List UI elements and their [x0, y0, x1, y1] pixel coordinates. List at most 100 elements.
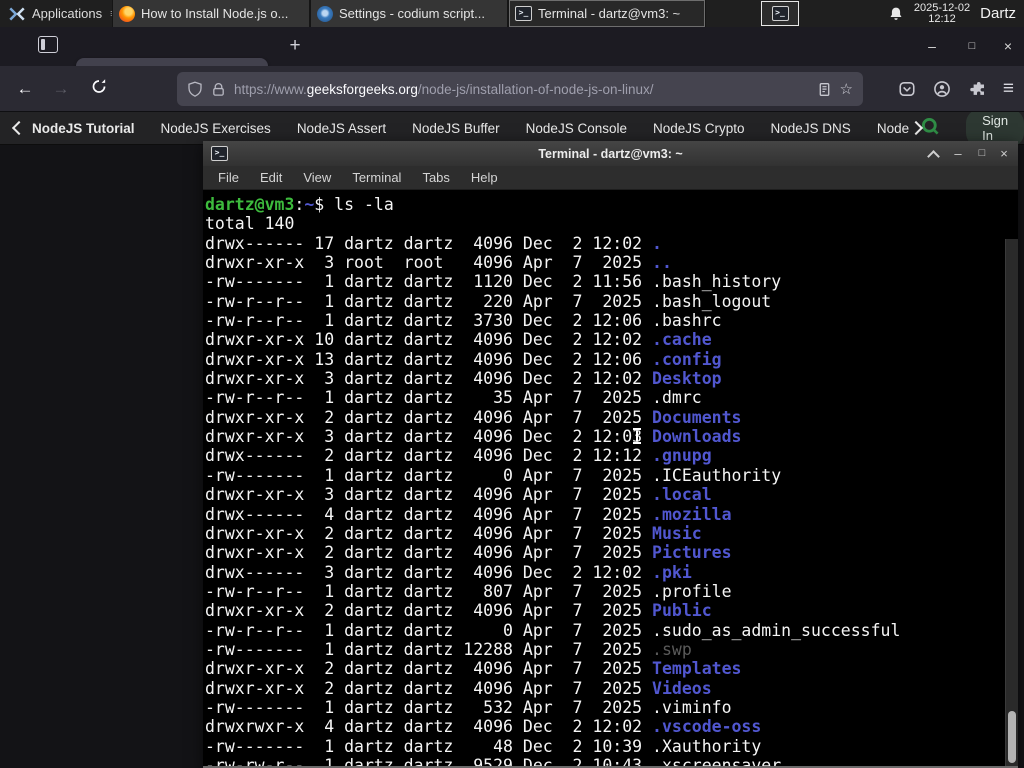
ls-row-meta: drwxr-xr-x 2 dartz dartz 4096 Apr 7 2025 [205, 659, 653, 679]
browser-close-button[interactable]: × [993, 27, 1023, 66]
terminal-menu-help[interactable]: Help [471, 170, 498, 185]
nav-item[interactable]: NodeJS DNS [771, 121, 851, 136]
ls-row-meta: -rw-r--r-- 1 dartz dartz 220 Apr 7 2025 [205, 291, 653, 311]
prompt-user: dartz@vm3 [205, 195, 295, 214]
ls-row-meta: drwxr-xr-x 2 dartz dartz 4096 Apr 7 2025 [205, 543, 653, 563]
ls-row-meta: drwxr-xr-x 2 dartz dartz 4096 Apr 7 2025 [205, 407, 653, 427]
ls-row-name: Public [652, 601, 712, 621]
browser-minimize-button[interactable]: – [917, 27, 947, 66]
terminal-window: Terminal - dartz@vm3: ~ – □ × File Edit Vi… [203, 141, 1018, 768]
nav-item[interactable]: NodeJS Crypto [653, 121, 745, 136]
nav-item[interactable]: NodeJS Assert [297, 121, 386, 136]
window-button-list: How to Install Node.js o... Settings - co… [112, 0, 706, 27]
terminal-window-title: Terminal - dartz@vm3: ~ [538, 146, 683, 161]
terminal-screen[interactable]: dartz@vm3:~$ ls -la total 140 drwx------… [203, 190, 1018, 766]
total-line: total 140 [205, 214, 295, 234]
ls-row-meta: -rw-r--r-- 1 dartz dartz 0 Apr 7 2025 [205, 620, 653, 640]
terminal-scrollbar-thumb[interactable] [1008, 711, 1016, 763]
new-tab-button[interactable]: + [283, 34, 307, 58]
toolbar-right-icons: ≡ [898, 72, 1014, 106]
window-button-codium[interactable]: Settings - codium script... [310, 0, 508, 27]
terminal-menu-file[interactable]: File [218, 170, 239, 185]
terminal-menu-edit[interactable]: Edit [260, 170, 282, 185]
terminal-close-button[interactable]: × [994, 141, 1014, 166]
ls-row-name: .gnupg [652, 446, 712, 466]
pocket-save-icon[interactable] [898, 80, 916, 98]
ls-row-name: Music [652, 523, 702, 543]
terminal-minimize-button[interactable]: – [948, 141, 968, 166]
back-button[interactable]: ← [14, 78, 36, 100]
window-button-label: Settings - codium script... [339, 6, 485, 21]
ls-row-meta: drwxr-xr-x 3 dartz dartz 4096 Dec 2 12:0… [205, 369, 653, 389]
forward-button[interactable]: → [50, 78, 72, 100]
terminal-maximize-button[interactable]: □ [972, 141, 992, 166]
ls-row-name: .Xauthority [652, 736, 762, 756]
terminal-titlebar[interactable]: Terminal - dartz@vm3: ~ – □ × [203, 141, 1018, 166]
terminal-icon [771, 6, 789, 21]
ls-row-meta: drwxr-xr-x 2 dartz dartz 4096 Apr 7 2025 [205, 678, 653, 698]
nav-item[interactable]: NodeJS Buffer [412, 121, 500, 136]
ls-row-name: .config [652, 349, 722, 369]
nav-item[interactable]: NodeJS Tutorial [32, 121, 135, 136]
url-bar[interactable]: https://www.geeksforgeeks.org/node-js/in… [177, 72, 863, 106]
terminal-menu-view[interactable]: View [303, 170, 331, 185]
terminal-menu-tabs[interactable]: Tabs [422, 170, 449, 185]
shield-icon[interactable] [187, 81, 203, 97]
ls-row-name: .bash_history [652, 272, 782, 292]
browser-maximize-button[interactable]: □ [957, 27, 987, 66]
ls-row-meta: drwxr-xr-x 2 dartz dartz 4096 Apr 7 2025 [205, 523, 653, 543]
terminal-scrollbar[interactable] [1005, 239, 1018, 766]
ls-row-meta: -rw-r--r-- 1 dartz dartz 3730 Dec 2 12:0… [205, 311, 653, 331]
terminal-menu-terminal[interactable]: Terminal [352, 170, 401, 185]
window-button-label: How to Install Node.js o... [141, 6, 289, 21]
ls-row-meta: -rw-r--r-- 1 dartz dartz 807 Apr 7 2025 [205, 581, 653, 601]
desktop: Applications ≡ How to Install Node.js o.… [0, 0, 1024, 768]
bell-icon[interactable] [888, 6, 904, 22]
bookmark-star-icon[interactable]: ☆ [840, 80, 853, 98]
reader-mode-icon[interactable] [817, 82, 832, 97]
ls-row-meta: drwxr-xr-x 3 root root 4096 Apr 7 2025 [205, 253, 653, 273]
ls-row-name: Desktop [652, 369, 722, 389]
prompt-symbol: $ [314, 195, 335, 214]
panel-clock[interactable]: 2025-12-02 12:12 [913, 1, 971, 25]
nav-item-truncated[interactable]: Node [877, 121, 909, 136]
url-text: https://www.geeksforgeeks.org/node-js/in… [234, 82, 809, 97]
panel-user-menu[interactable]: Dartz [980, 5, 1016, 22]
terminal-icon [515, 6, 532, 21]
site-search-icon[interactable] [921, 117, 940, 139]
ls-row-name: Documents [652, 407, 742, 427]
ls-row-name: .viminfo [652, 697, 732, 717]
ls-row-meta: -rw------- 1 dartz dartz 12288 Apr 7 202… [205, 639, 653, 659]
ls-row-meta: drwx------ 4 dartz dartz 4096 Apr 7 2025 [205, 504, 653, 524]
extensions-puzzle-icon[interactable] [968, 80, 986, 98]
firefox-view-icon[interactable] [38, 36, 58, 53]
browser-tab-bar: How to Install Node.js on × + – □ × [0, 27, 1024, 89]
ls-row-name: .xscreensaver [652, 755, 782, 766]
reload-button[interactable] [88, 78, 110, 95]
ls-row-meta: drwxr-xr-x 10 dartz dartz 4096 Dec 2 12:… [205, 330, 653, 350]
ls-row-meta: drwx------ 3 dartz dartz 4096 Dec 2 12:0… [205, 562, 653, 582]
ls-row-name: .profile [652, 581, 732, 601]
window-button-firefox[interactable]: How to Install Node.js o... [112, 0, 310, 27]
ls-row-meta: drwxr-xr-x 2 dartz dartz 4096 Apr 7 2025 [205, 601, 653, 621]
window-button-terminal[interactable]: Terminal - dartz@vm3: ~ [508, 0, 706, 27]
ls-row-name: Pictures [652, 543, 732, 563]
command-text: ls -la [334, 195, 394, 214]
ls-row-meta: -rw------- 1 dartz dartz 1120 Dec 2 11:5… [205, 272, 653, 292]
ls-row-meta: drwxr-xr-x 13 dartz dartz 4096 Dec 2 12:… [205, 349, 653, 369]
applications-menu-button[interactable]: Applications ≡ [0, 0, 125, 27]
ls-row-meta: -rw------- 1 dartz dartz 48 Dec 2 10:39 [205, 736, 653, 756]
ls-row-meta: -rw------- 1 dartz dartz 0 Apr 7 2025 [205, 465, 653, 485]
menu-hamburger-icon[interactable]: ≡ [1003, 78, 1014, 100]
lock-icon[interactable] [211, 82, 226, 97]
ls-row-name: Downloads [652, 427, 742, 447]
nav-item[interactable]: NodeJS Console [526, 121, 627, 136]
terminal-launcher[interactable] [761, 1, 799, 26]
nav-item[interactable]: NodeJS Exercises [161, 121, 271, 136]
nav-back-chevron-icon[interactable] [11, 120, 27, 136]
clock-date: 2025-12-02 [913, 1, 971, 14]
ls-row-name: .swp [652, 639, 692, 659]
ls-row-name: .local [652, 485, 712, 505]
account-icon[interactable] [933, 80, 951, 98]
codium-icon [317, 5, 333, 22]
